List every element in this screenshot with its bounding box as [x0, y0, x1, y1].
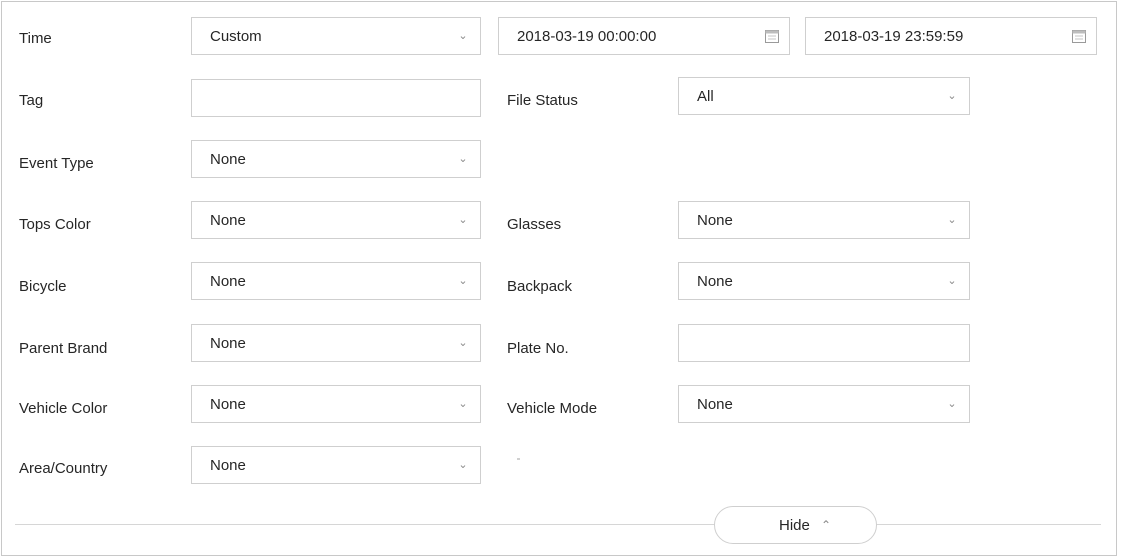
vehicle-color-select[interactable]: None ⌄: [191, 385, 481, 423]
bicycle-value: None: [210, 273, 246, 290]
calendar-icon[interactable]: [765, 29, 779, 43]
glasses-label: Glasses: [507, 216, 562, 233]
double-chevron-up-icon: ⌃︎: [821, 518, 832, 532]
time-mode-select[interactable]: Custom ⌄: [191, 17, 481, 55]
tag-label: Tag: [19, 92, 44, 109]
tops-color-value: None: [210, 212, 246, 229]
bicycle-label: Bicycle: [19, 278, 67, 295]
glasses-value: None: [697, 212, 733, 229]
backpack-select[interactable]: None ⌄: [678, 262, 970, 300]
calendar-icon[interactable]: [1072, 29, 1086, 43]
chevron-down-icon: ⌄: [458, 214, 468, 226]
chevron-down-icon: ⌄: [947, 398, 957, 410]
hide-button-label: Hide: [779, 517, 810, 534]
area-country-label: Area/Country: [19, 460, 108, 477]
vehicle-color-value: None: [210, 396, 246, 413]
backpack-value: None: [697, 273, 733, 290]
chevron-down-icon: ⌄: [947, 90, 957, 102]
chevron-down-icon: ⌄: [458, 153, 468, 165]
start-time-field[interactable]: 2018-03-19 00:00:00: [498, 17, 790, 55]
tops-color-select[interactable]: None ⌄: [191, 201, 481, 239]
start-time-value: 2018-03-19 00:00:00: [517, 28, 657, 45]
plate-no-label: Plate No.: [507, 340, 569, 357]
chevron-down-icon: ⌄: [458, 275, 468, 287]
time-mode-value: Custom: [210, 28, 262, 45]
stray-dot: [517, 458, 520, 460]
plate-no-input[interactable]: [678, 324, 970, 362]
glasses-select[interactable]: None ⌄: [678, 201, 970, 239]
area-country-value: None: [210, 457, 246, 474]
tag-input[interactable]: [191, 79, 481, 117]
end-time-value: 2018-03-19 23:59:59: [824, 28, 964, 45]
parent-brand-value: None: [210, 335, 246, 352]
area-country-select[interactable]: None ⌄: [191, 446, 481, 484]
chevron-down-icon: ⌄: [458, 398, 468, 410]
event-type-value: None: [210, 151, 246, 168]
file-status-label: File Status: [507, 92, 578, 109]
file-status-value: All: [697, 88, 714, 105]
hide-button[interactable]: Hide ⌃︎: [714, 506, 877, 544]
bicycle-select[interactable]: None ⌄: [191, 262, 481, 300]
chevron-down-icon: ⌄: [458, 337, 468, 349]
event-type-select[interactable]: None ⌄: [191, 140, 481, 178]
parent-brand-label: Parent Brand: [19, 340, 108, 357]
chevron-down-icon: ⌄: [947, 214, 957, 226]
end-time-field[interactable]: 2018-03-19 23:59:59: [805, 17, 1097, 55]
file-status-select[interactable]: All ⌄: [678, 77, 970, 115]
chevron-down-icon: ⌄: [458, 30, 468, 42]
vehicle-mode-value: None: [697, 396, 733, 413]
tops-color-label: Tops Color: [19, 216, 91, 233]
vehicle-mode-label: Vehicle Mode: [507, 400, 598, 417]
parent-brand-select[interactable]: None ⌄: [191, 324, 481, 362]
time-label: Time: [19, 30, 52, 47]
vehicle-color-label: Vehicle Color: [19, 400, 108, 417]
chevron-down-icon: ⌄: [947, 275, 957, 287]
event-type-label: Event Type: [19, 155, 94, 172]
footer-divider: [15, 524, 1101, 525]
backpack-label: Backpack: [507, 278, 573, 295]
vehicle-mode-select[interactable]: None ⌄: [678, 385, 970, 423]
chevron-down-icon: ⌄: [458, 459, 468, 471]
